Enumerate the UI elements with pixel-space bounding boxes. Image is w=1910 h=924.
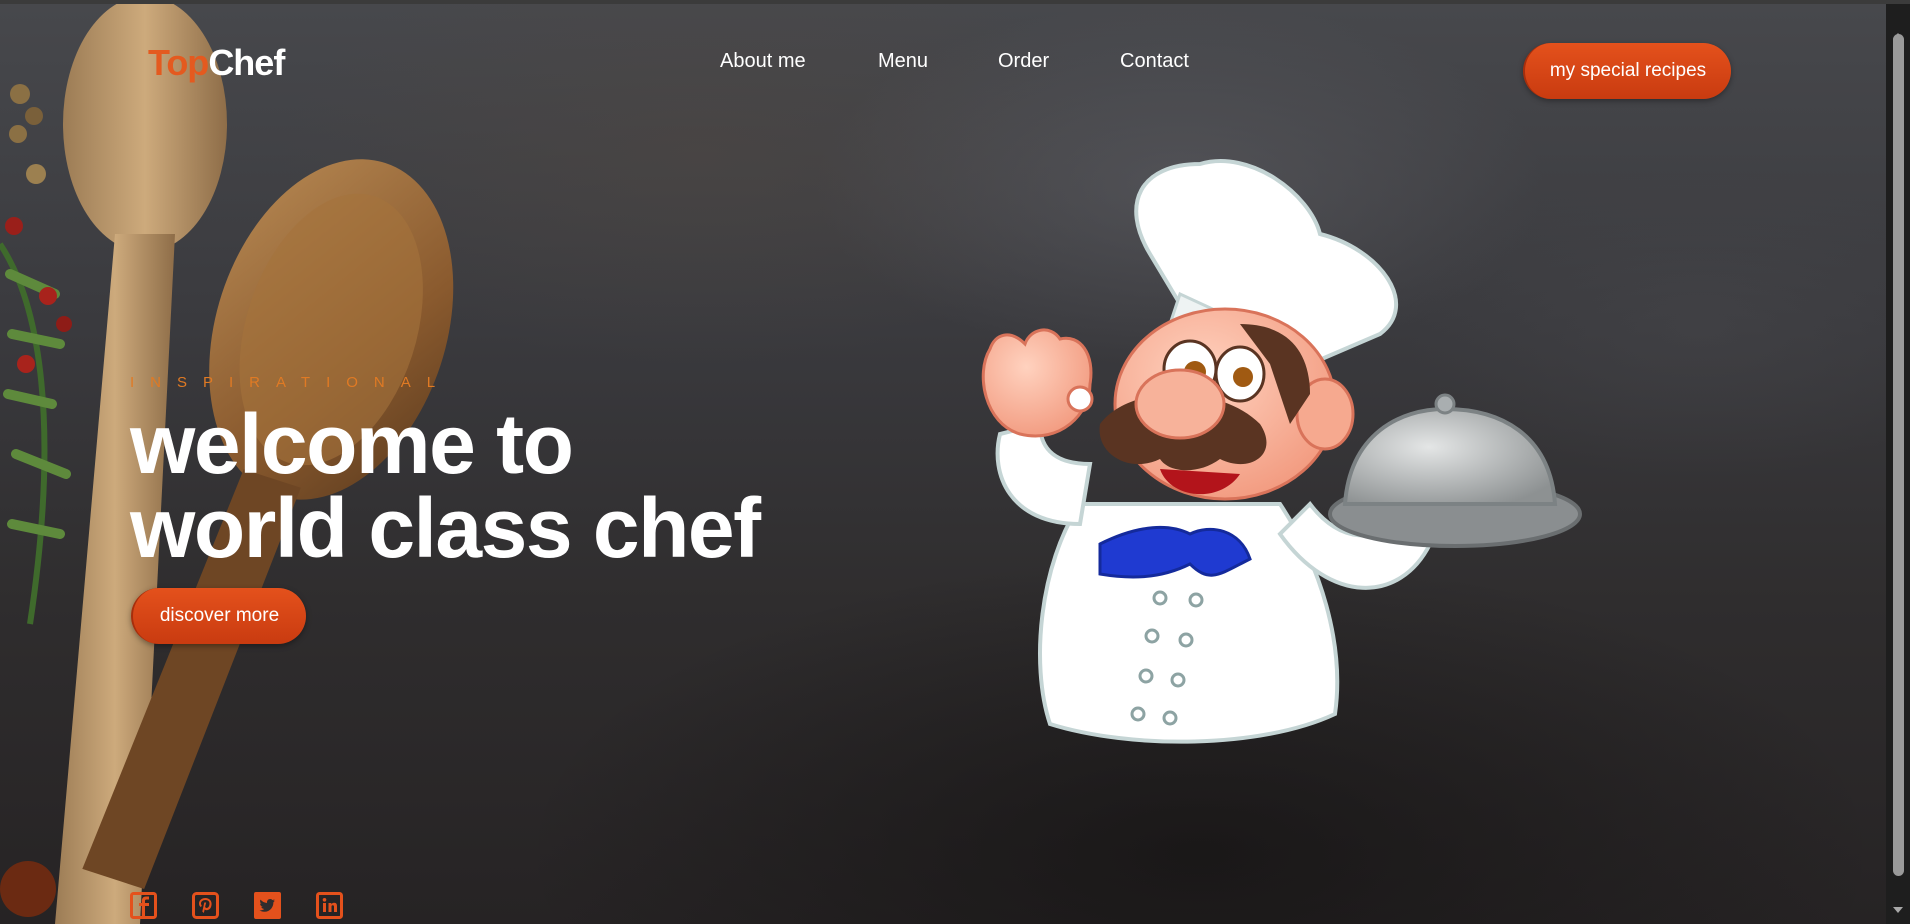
scroll-thumb[interactable]	[1893, 34, 1904, 876]
chef-mascot	[981, 159, 1582, 744]
hero-section: TopChef About me Menu Order Contact my s…	[0, 4, 1886, 924]
my-special-recipes-button[interactable]: my special recipes	[1523, 43, 1731, 99]
hero-title-line-2: world class chef	[130, 481, 761, 575]
herbs-decoration	[0, 84, 72, 917]
logo-text-top: Top	[148, 42, 209, 83]
scroll-down-arrow-icon[interactable]	[1892, 904, 1904, 916]
linkedin-icon[interactable]	[316, 892, 343, 919]
hero-title: welcome to world class chef	[130, 402, 890, 570]
nav-menu[interactable]: Menu	[878, 50, 928, 73]
logo-text-chef: Chef	[208, 42, 285, 83]
facebook-icon[interactable]	[130, 892, 157, 919]
nav-about-me[interactable]: About me	[720, 50, 806, 73]
page-scrollbar[interactable]	[1886, 4, 1910, 924]
site-logo[interactable]: TopChef	[148, 42, 285, 84]
hero-eyebrow: INSPIRATIONAL	[130, 374, 452, 391]
social-links	[130, 892, 378, 919]
pinterest-icon[interactable]	[192, 892, 219, 919]
hero-title-line-1: welcome to	[130, 397, 574, 491]
twitter-icon[interactable]	[254, 892, 281, 919]
nav-order[interactable]: Order	[998, 50, 1049, 73]
nav-contact[interactable]: Contact	[1120, 50, 1189, 73]
discover-more-button[interactable]: discover more	[131, 588, 306, 644]
